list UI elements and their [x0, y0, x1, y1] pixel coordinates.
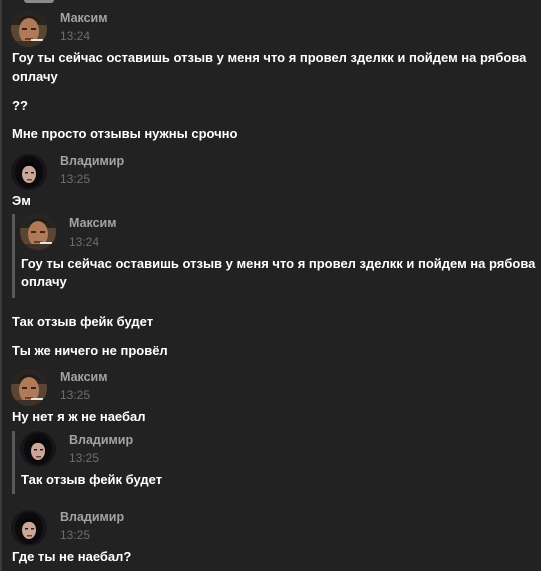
vladimir-avatar[interactable] [20, 431, 56, 467]
vladimir-avatar[interactable] [11, 154, 47, 190]
message-author[interactable]: Максим [60, 11, 108, 26]
vladimir-avatar[interactable] [11, 510, 47, 546]
message-text: Мне просто отзывы нужны срочно [12, 126, 238, 141]
message-text: Ну нет я ж не наебал [12, 409, 146, 424]
vladimir-avatar-icon [20, 431, 56, 467]
maxim-avatar[interactable] [20, 214, 56, 250]
quote-text: Так отзыв фейк будет [21, 472, 163, 487]
quote-author[interactable]: Владимир [69, 433, 133, 448]
message-author[interactable]: Владимир [60, 510, 124, 525]
message-author[interactable]: Владимир [60, 154, 124, 169]
window-edge [0, 0, 2, 571]
maxim-avatar-icon [11, 370, 47, 406]
message-text: оплачу [12, 69, 58, 84]
maxim-avatar[interactable] [11, 370, 47, 406]
quote-text: Гоу ты сейчас оставишь отзыв у меня что … [21, 256, 536, 271]
message-timestamp: 13:25 [60, 388, 91, 402]
quote-bar [12, 431, 15, 494]
quote-bar [12, 214, 15, 298]
message-text: Ты же ничего не провёл [12, 343, 168, 358]
quote-timestamp: 13:25 [69, 451, 100, 465]
message-author[interactable]: Максим [60, 370, 108, 385]
vladimir-avatar-icon [11, 510, 47, 546]
message-text: ?? [12, 98, 28, 113]
message-timestamp: 13:25 [60, 528, 91, 542]
maxim-avatar-icon [11, 11, 47, 47]
maxim-avatar-icon [20, 214, 56, 250]
previous-message-remnant [24, 0, 54, 3]
message-timestamp: 13:25 [60, 172, 91, 186]
maxim-avatar[interactable] [11, 11, 47, 47]
message-text: Гоу ты сейчас оставишь отзыв у меня что … [12, 50, 527, 65]
quote-text: оплачу [21, 274, 67, 289]
quote-timestamp: 13:24 [69, 235, 100, 249]
quote-author[interactable]: Максим [69, 216, 117, 231]
message-timestamp: 13:24 [60, 29, 91, 43]
message-text: Эм [12, 193, 31, 208]
message-text: Где ты не наебал? [12, 549, 132, 564]
message-text: Так отзыв фейк будет [12, 314, 154, 329]
vladimir-avatar-icon [11, 154, 47, 190]
